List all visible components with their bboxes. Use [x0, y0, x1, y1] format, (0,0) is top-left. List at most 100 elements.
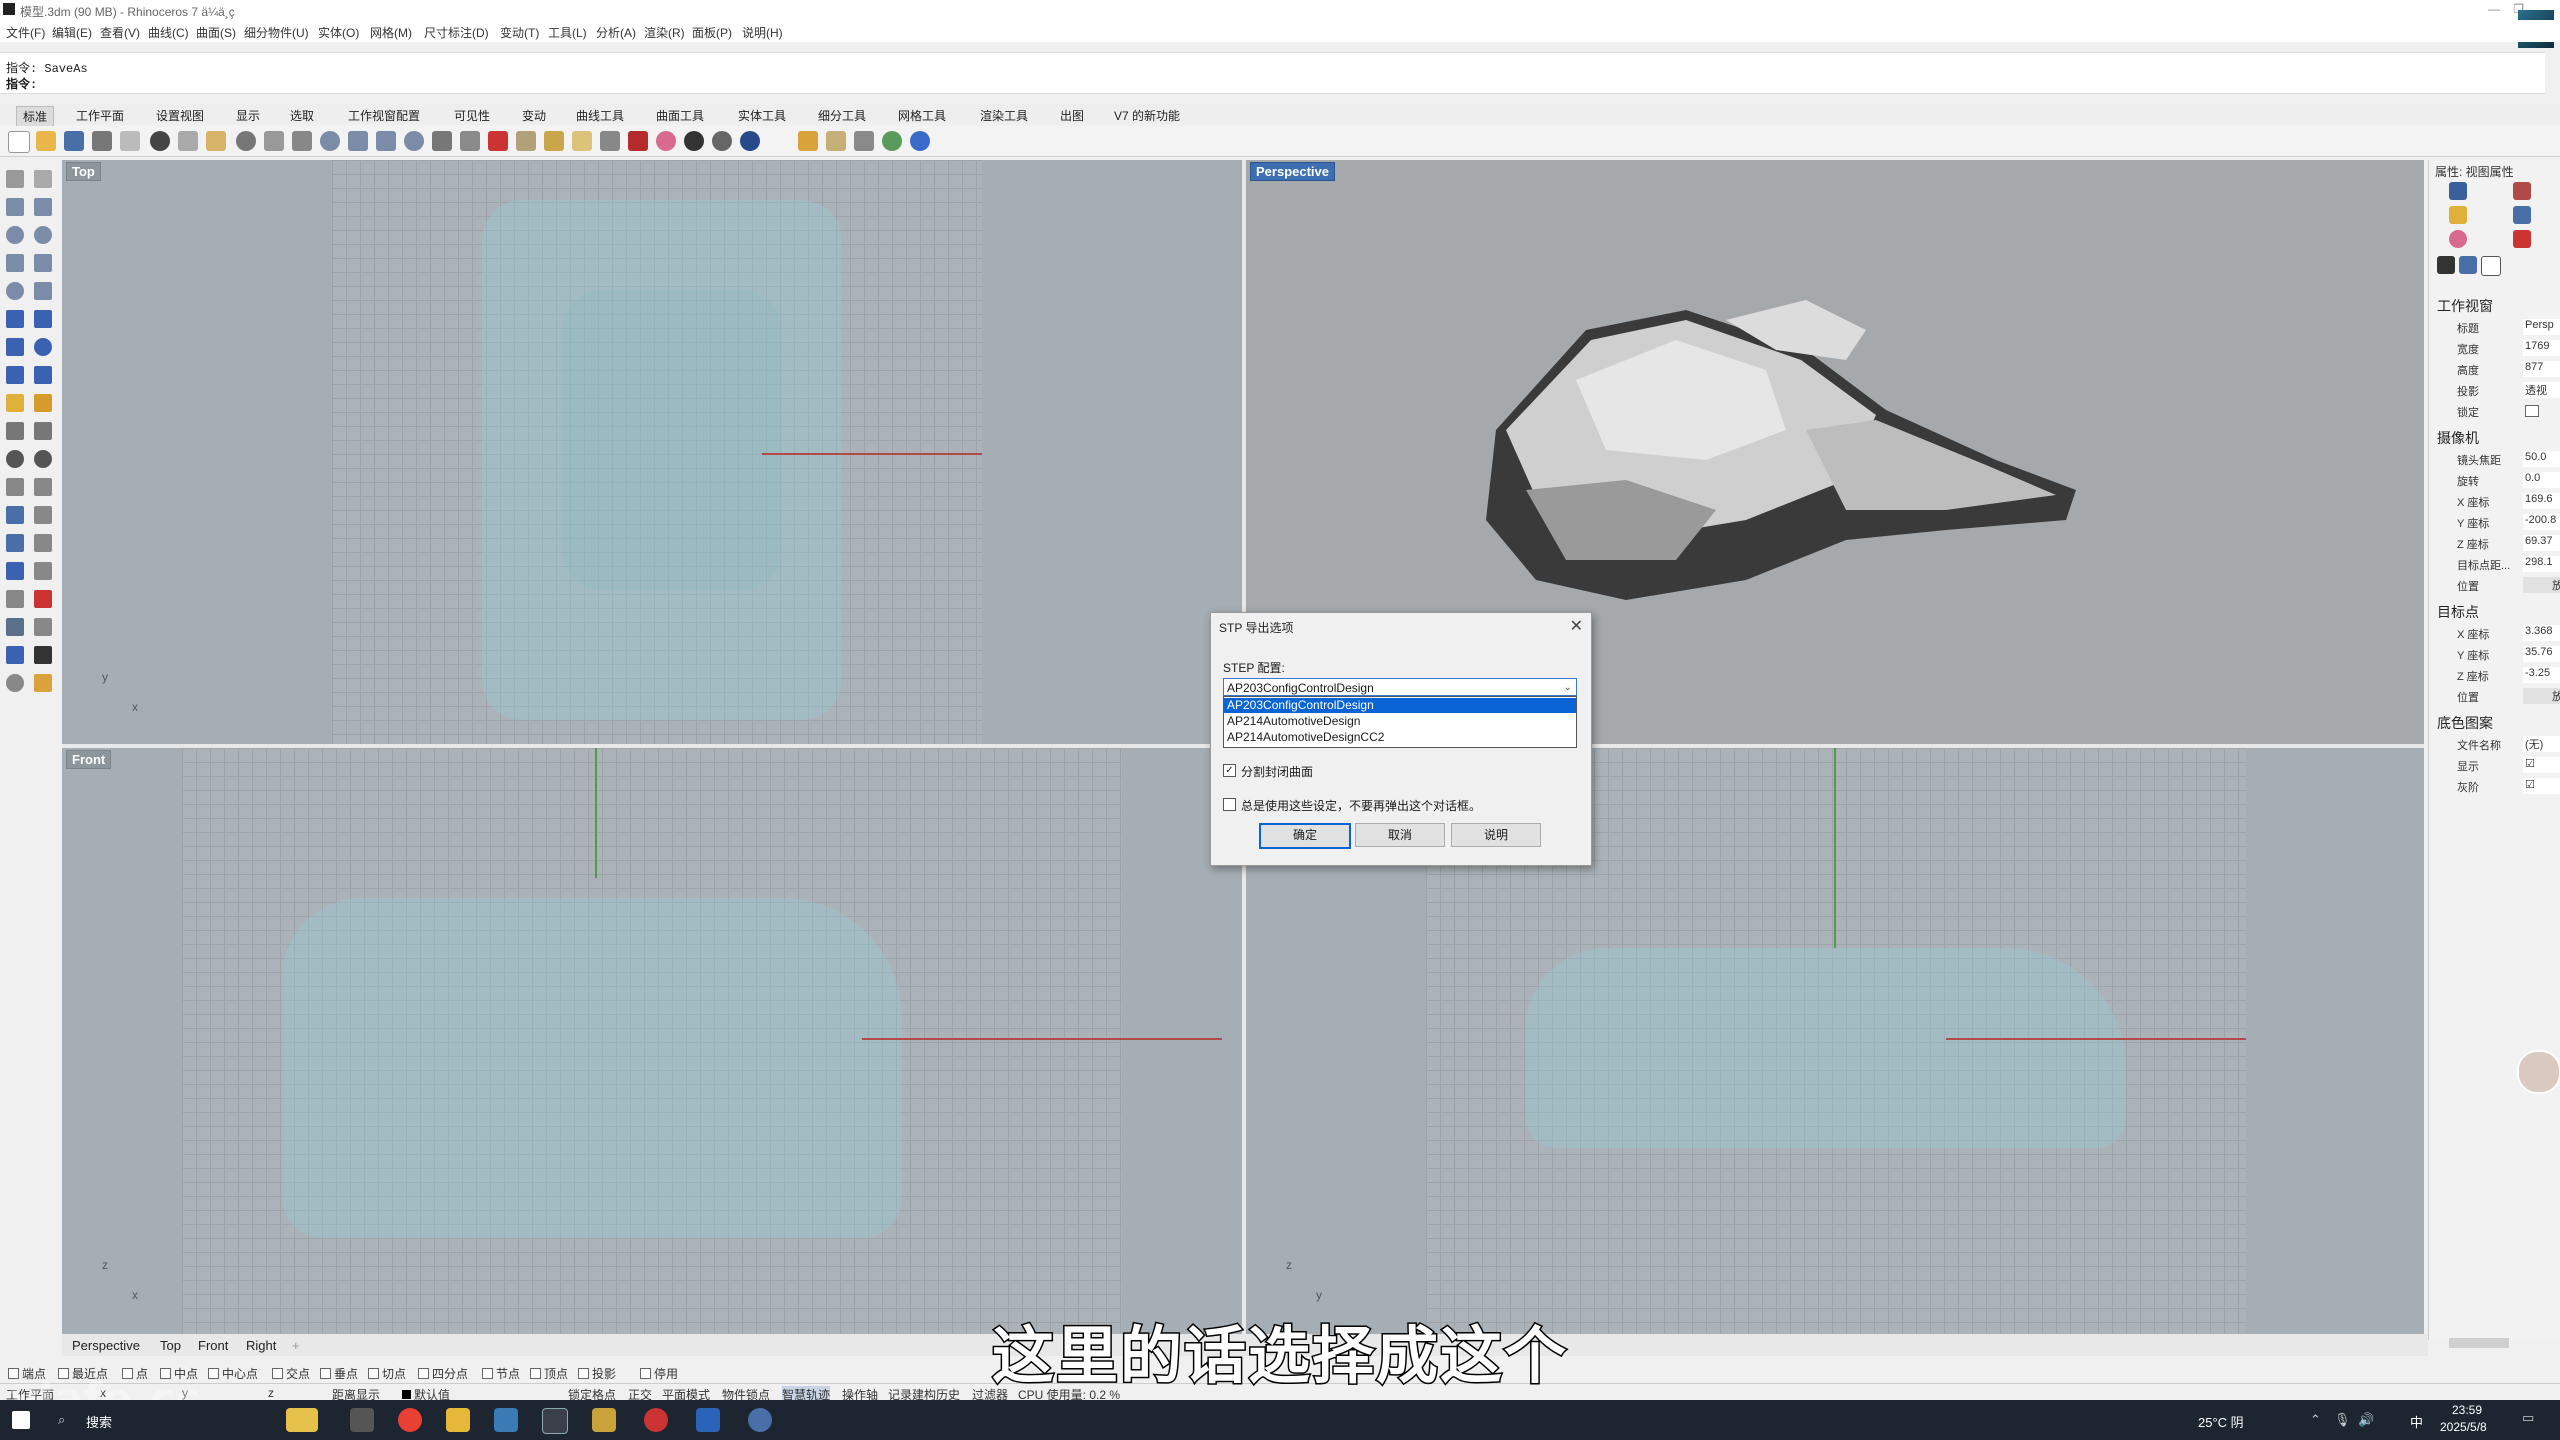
loft-icon[interactable]: [34, 310, 52, 328]
tab-standard[interactable]: 标准: [16, 106, 55, 127]
prop-value[interactable]: 透视: [2523, 382, 2560, 398]
save-icon[interactable]: [64, 131, 84, 151]
curve-icon[interactable]: [6, 254, 24, 272]
notification-icon[interactable]: ▭: [2522, 1410, 2534, 1426]
view-icon[interactable]: [2459, 256, 2477, 274]
show-checkbox[interactable]: ☑: [2523, 757, 2560, 773]
freeform-icon[interactable]: [34, 282, 52, 300]
menu-view[interactable]: 查看(V): [100, 24, 140, 41]
prop-value[interactable]: 877: [2523, 361, 2560, 377]
tab-mesh-tools[interactable]: 网格工具: [892, 106, 952, 125]
tab-display[interactable]: 显示: [230, 106, 266, 125]
block-icon[interactable]: [6, 618, 24, 636]
rendered-sphere-icon[interactable]: [712, 131, 732, 151]
prop-value[interactable]: Persp: [2523, 319, 2560, 335]
help-button[interactable]: 说明: [1451, 823, 1541, 847]
clock-time[interactable]: 23:59: [2452, 1403, 2482, 1417]
task-view-icon[interactable]: [350, 1408, 374, 1432]
menu-analyze[interactable]: 分析(A): [596, 24, 636, 41]
color-wheel-icon[interactable]: [656, 131, 676, 151]
prop-value[interactable]: 298.1: [2523, 556, 2560, 572]
import-icon[interactable]: [120, 131, 140, 151]
menu-file[interactable]: 文件(F): [6, 24, 45, 41]
minimize-icon[interactable]: —: [2488, 2, 2500, 16]
volume-icon[interactable]: 🔊: [2358, 1412, 2374, 1428]
help-icon[interactable]: [910, 131, 930, 151]
tab-solid-tools[interactable]: 实体工具: [732, 106, 792, 125]
text-icon[interactable]: [6, 506, 24, 524]
file-explorer-icon[interactable]: [446, 1408, 470, 1432]
texture-icon[interactable]: [2513, 230, 2531, 248]
surface-icon[interactable]: [6, 310, 24, 328]
viewport-title-top[interactable]: Top: [66, 162, 101, 181]
select-icon[interactable]: [516, 131, 536, 151]
prop-value[interactable]: (无): [2523, 736, 2560, 752]
fillet-icon[interactable]: [34, 394, 52, 412]
prop-value[interactable]: 1769: [2523, 340, 2560, 356]
zoom-icon[interactable]: [320, 131, 340, 151]
distance-icon[interactable]: [34, 618, 52, 636]
prop-value[interactable]: 50.0: [2523, 451, 2560, 467]
rotate-view-icon[interactable]: [292, 131, 312, 151]
tab-set-view[interactable]: 设置视图: [150, 106, 210, 125]
polygon-icon[interactable]: [34, 254, 52, 272]
material-icon[interactable]: [2513, 182, 2531, 200]
option-ap203[interactable]: AP203ConfigControlDesign: [1224, 698, 1576, 713]
tab-viewport-layout[interactable]: 工作视窗配置: [342, 106, 426, 125]
prop-value[interactable]: 3.368: [2523, 625, 2560, 641]
analyze-icon[interactable]: [34, 590, 52, 608]
prop-value[interactable]: 35.76: [2523, 646, 2560, 662]
arc-icon[interactable]: [34, 226, 52, 244]
cplane-icon[interactable]: [488, 131, 508, 151]
mirror-icon[interactable]: [34, 534, 52, 552]
taskbar-search[interactable]: 搜索: [86, 1412, 112, 1431]
pan-icon[interactable]: [264, 131, 284, 151]
paste-icon[interactable]: [206, 131, 226, 151]
layout-icon[interactable]: [6, 646, 24, 664]
tab-curve-tools[interactable]: 曲线工具: [570, 106, 630, 125]
windows-start-icon[interactable]: [12, 1411, 30, 1429]
prop-value[interactable]: -3.25: [2523, 667, 2560, 683]
tab-transform[interactable]: 变动: [516, 106, 552, 125]
tab-cplane[interactable]: 工作平面: [70, 106, 130, 125]
zoom-extents-icon[interactable]: [376, 131, 396, 151]
menu-panels[interactable]: 面板(P): [692, 24, 732, 41]
tab-layout[interactable]: 出图: [1054, 106, 1090, 125]
viewport-icon[interactable]: [2481, 256, 2501, 276]
prop-value[interactable]: 69.37: [2523, 535, 2560, 551]
point-icon[interactable]: [34, 170, 52, 188]
menu-transform[interactable]: 变动(T): [500, 24, 539, 41]
command-prompt[interactable]: 指令:: [6, 75, 37, 92]
dimension-icon[interactable]: [34, 562, 52, 580]
menu-curve[interactable]: 曲线(C): [148, 24, 189, 41]
tab-subd-tools[interactable]: 细分工具: [812, 106, 872, 125]
menu-subd[interactable]: 细分物件(U): [244, 24, 309, 41]
print-icon[interactable]: [92, 131, 112, 151]
viewport-top[interactable]: y x Top: [62, 160, 1242, 744]
shaded-sphere-icon[interactable]: [684, 131, 704, 151]
active-app-icon[interactable]: [542, 1408, 568, 1434]
menu-tools[interactable]: 工具(L): [548, 24, 587, 41]
cut-icon[interactable]: [150, 131, 170, 151]
join-icon[interactable]: [6, 450, 24, 468]
folder-icon[interactable]: [2449, 206, 2467, 224]
viewport-title-perspective[interactable]: Perspective: [1250, 162, 1335, 181]
zoom-window-icon[interactable]: [348, 131, 368, 151]
open-file-icon[interactable]: [36, 131, 56, 151]
option-ap214-cc2[interactable]: AP214AutomotiveDesignCC2: [1224, 730, 1576, 745]
copy-icon[interactable]: [178, 131, 198, 151]
gumball-icon[interactable]: [826, 131, 846, 151]
split-closed-checkbox[interactable]: ✓: [1223, 764, 1236, 777]
move-icon[interactable]: [6, 478, 24, 496]
light-icon[interactable]: [572, 131, 592, 151]
menu-surface[interactable]: 曲面(S): [196, 24, 236, 41]
always-use-checkbox[interactable]: [1223, 798, 1236, 811]
zoom-selected-icon[interactable]: [404, 131, 424, 151]
check-icon[interactable]: [34, 646, 52, 664]
copilot-icon[interactable]: [286, 1408, 318, 1432]
clock-date[interactable]: 2025/5/8: [2440, 1420, 2487, 1434]
new-file-icon[interactable]: [8, 131, 30, 153]
tab-surface-tools[interactable]: 曲面工具: [650, 106, 710, 125]
viewport-title-front[interactable]: Front: [66, 750, 112, 769]
extrude-icon[interactable]: [34, 366, 52, 384]
